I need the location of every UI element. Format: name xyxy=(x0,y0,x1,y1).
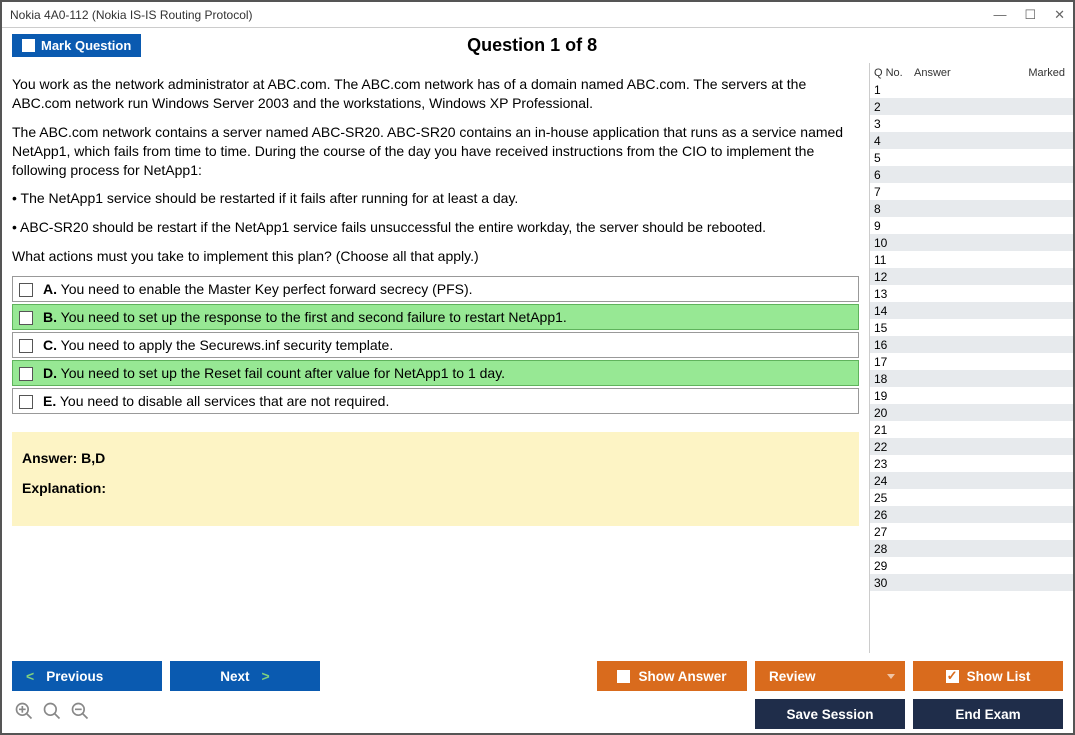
choice-letter: E. xyxy=(43,393,56,409)
chevron-left-icon: < xyxy=(26,668,34,684)
checkbox-icon[interactable] xyxy=(19,395,33,409)
minimize-icon[interactable]: — xyxy=(993,7,1006,23)
list-item[interactable]: 13 xyxy=(870,285,1073,302)
checkbox-icon[interactable] xyxy=(19,283,33,297)
question-content: You work as the network administrator at… xyxy=(2,63,869,653)
chevron-down-icon xyxy=(887,674,895,679)
show-list-button[interactable]: Show List xyxy=(913,661,1063,691)
list-item[interactable]: 30 xyxy=(870,574,1073,591)
choice-c[interactable]: C. You need to apply the Securews.inf se… xyxy=(12,332,859,358)
list-item[interactable]: 9 xyxy=(870,217,1073,234)
checkbox-icon[interactable] xyxy=(19,311,33,325)
next-label: Next xyxy=(220,669,249,684)
list-item[interactable]: 14 xyxy=(870,302,1073,319)
show-list-label: Show List xyxy=(967,669,1031,684)
list-item[interactable]: 3 xyxy=(870,115,1073,132)
list-item[interactable]: 17 xyxy=(870,353,1073,370)
chevron-right-icon: > xyxy=(262,668,270,684)
list-item[interactable]: 29 xyxy=(870,557,1073,574)
col-answer: Answer xyxy=(914,67,1009,79)
choice-e[interactable]: E. You need to disable all services that… xyxy=(12,388,859,414)
choice-a[interactable]: A. You need to enable the Master Key per… xyxy=(12,276,859,302)
choice-letter: D. xyxy=(43,365,57,381)
end-exam-button[interactable]: End Exam xyxy=(913,699,1063,729)
mark-question-label: Mark Question xyxy=(41,38,131,53)
previous-button[interactable]: < Previous xyxy=(12,661,162,691)
window-title: Nokia 4A0-112 (Nokia IS-IS Routing Proto… xyxy=(10,8,253,22)
question-para-2: The ABC.com network contains a server na… xyxy=(12,123,859,180)
review-label: Review xyxy=(769,669,816,684)
explanation-label: Explanation: xyxy=(22,480,849,496)
list-item[interactable]: 21 xyxy=(870,421,1073,438)
choice-letter: C. xyxy=(43,337,57,353)
zoom-in-icon[interactable] xyxy=(14,701,34,727)
checkbox-icon xyxy=(617,670,630,683)
col-marked: Marked xyxy=(1009,67,1069,79)
question-title: Question 1 of 8 xyxy=(141,35,923,56)
titlebar: Nokia 4A0-112 (Nokia IS-IS Routing Proto… xyxy=(2,2,1073,28)
list-item[interactable]: 24 xyxy=(870,472,1073,489)
question-para-1: You work as the network administrator at… xyxy=(12,75,859,113)
show-answer-label: Show Answer xyxy=(638,669,726,684)
checkbox-icon xyxy=(22,39,35,52)
list-item[interactable]: 12 xyxy=(870,268,1073,285)
save-session-label: Save Session xyxy=(786,707,873,722)
checkbox-checked-icon xyxy=(946,670,959,683)
question-list-panel: Q No. Answer Marked 1 2 3 4 5 6 7 8 9 10… xyxy=(869,63,1073,653)
list-item[interactable]: 26 xyxy=(870,506,1073,523)
choice-text: You need to apply the Securews.inf secur… xyxy=(57,337,393,353)
choice-text: You need to enable the Master Key perfec… xyxy=(57,281,473,297)
list-item[interactable]: 15 xyxy=(870,319,1073,336)
list-item[interactable]: 22 xyxy=(870,438,1073,455)
list-item[interactable]: 27 xyxy=(870,523,1073,540)
list-item[interactable]: 23 xyxy=(870,455,1073,472)
list-item[interactable]: 20 xyxy=(870,404,1073,421)
save-session-button[interactable]: Save Session xyxy=(755,699,905,729)
question-bullet-1: • The NetApp1 service should be restarte… xyxy=(12,189,859,208)
next-button[interactable]: Next > xyxy=(170,661,320,691)
zoom-out-icon[interactable] xyxy=(70,701,90,727)
list-item[interactable]: 6 xyxy=(870,166,1073,183)
show-answer-button[interactable]: Show Answer xyxy=(597,661,747,691)
list-item[interactable]: 25 xyxy=(870,489,1073,506)
choice-text: You need to set up the Reset fail count … xyxy=(57,365,505,381)
list-item[interactable]: 18 xyxy=(870,370,1073,387)
choice-letter: B. xyxy=(43,309,57,325)
review-button[interactable]: Review xyxy=(755,661,905,691)
list-item[interactable]: 16 xyxy=(870,336,1073,353)
checkbox-icon[interactable] xyxy=(19,339,33,353)
previous-label: Previous xyxy=(46,669,103,684)
list-item[interactable]: 5 xyxy=(870,149,1073,166)
answer-label: Answer: B,D xyxy=(22,450,849,466)
close-icon[interactable]: ✕ xyxy=(1054,7,1065,23)
question-list[interactable]: 1 2 3 4 5 6 7 8 9 10 11 12 13 14 15 16 1… xyxy=(870,81,1073,653)
list-item[interactable]: 11 xyxy=(870,251,1073,268)
choice-text: You need to disable all services that ar… xyxy=(56,393,389,409)
end-exam-label: End Exam xyxy=(955,707,1020,722)
answer-box: Answer: B,D Explanation: xyxy=(12,432,859,526)
list-item[interactable]: 7 xyxy=(870,183,1073,200)
mark-question-button[interactable]: Mark Question xyxy=(12,34,141,57)
checkbox-icon[interactable] xyxy=(19,367,33,381)
list-item[interactable]: 4 xyxy=(870,132,1073,149)
list-item[interactable]: 10 xyxy=(870,234,1073,251)
maximize-icon[interactable]: ☐ xyxy=(1024,7,1036,23)
list-item[interactable]: 2 xyxy=(870,98,1073,115)
zoom-icon[interactable] xyxy=(42,701,62,727)
list-item[interactable]: 8 xyxy=(870,200,1073,217)
list-item[interactable]: 1 xyxy=(870,81,1073,98)
choice-d[interactable]: D. You need to set up the Reset fail cou… xyxy=(12,360,859,386)
question-bullet-2: • ABC-SR20 should be restart if the NetA… xyxy=(12,218,859,237)
choice-text: You need to set up the response to the f… xyxy=(57,309,567,325)
question-para-3: What actions must you take to implement … xyxy=(12,247,859,266)
list-item[interactable]: 19 xyxy=(870,387,1073,404)
col-qno: Q No. xyxy=(874,67,914,79)
choice-letter: A. xyxy=(43,281,57,297)
choice-b[interactable]: B. You need to set up the response to th… xyxy=(12,304,859,330)
list-item[interactable]: 28 xyxy=(870,540,1073,557)
